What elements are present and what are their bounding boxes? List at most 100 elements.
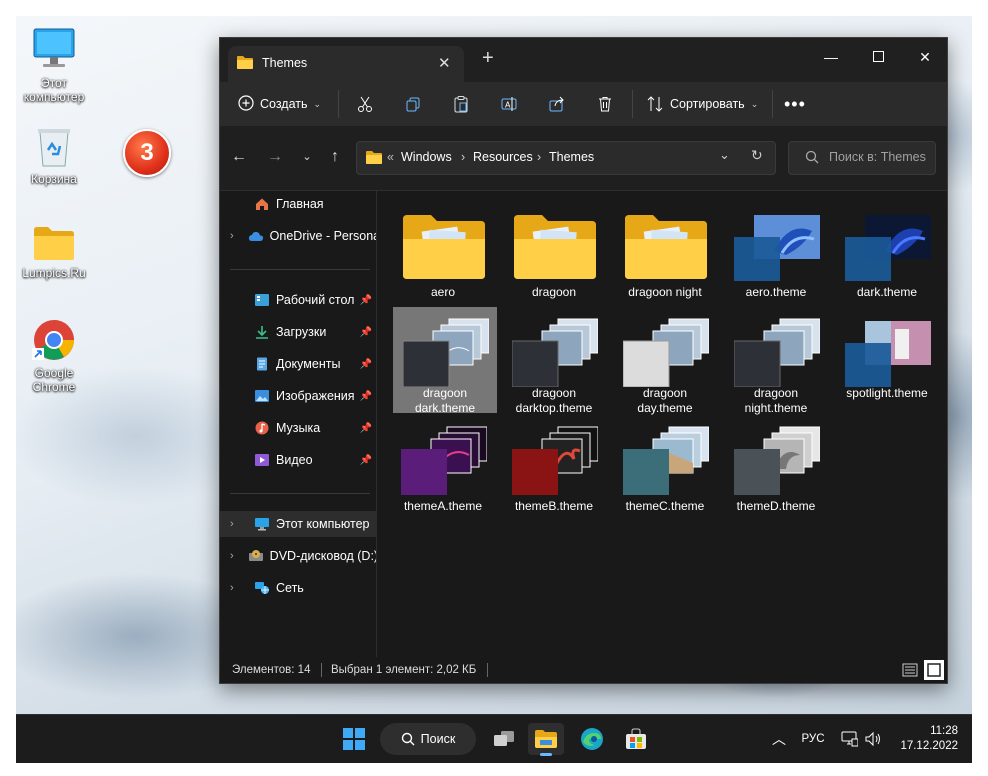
copy-button[interactable] xyxy=(404,90,422,118)
pin-icon[interactable]: 📌 xyxy=(360,391,372,402)
copy-icon xyxy=(406,97,420,112)
close-window-button[interactable]: ✕ xyxy=(910,44,940,70)
close-tab-icon[interactable]: ✕ xyxy=(438,54,451,72)
more-options-button[interactable]: ••• xyxy=(784,90,806,118)
recent-chevron-icon[interactable]: ⌄ xyxy=(296,146,318,168)
command-bar: Создать ⌄ A Сортировать ⌄ ••• xyxy=(220,82,947,126)
document-icon xyxy=(257,357,267,371)
search-button[interactable]: Поиск xyxy=(380,723,476,755)
language-indicator[interactable]: РУС xyxy=(798,723,828,755)
theme-item-aero[interactable]: aero.theme xyxy=(724,201,828,307)
breadcrumb-themes[interactable]: Themes xyxy=(549,150,594,164)
store-taskbar-button[interactable] xyxy=(618,723,654,755)
theme-item-spotlight[interactable]: spotlight.theme xyxy=(835,307,939,413)
tab-themes[interactable]: Themes ✕ xyxy=(228,46,464,82)
breadcrumb-windows[interactable]: Windows xyxy=(401,150,452,164)
sidebar-item-onedrive[interactable]: › OneDrive - Personal xyxy=(220,223,376,249)
pin-icon[interactable]: 📌 xyxy=(360,359,372,370)
theme-item-dragoon-day[interactable]: dragoon day.theme xyxy=(613,307,717,415)
edge-taskbar-button[interactable] xyxy=(574,723,610,755)
folder-item-dragoon-night[interactable]: dragoon night xyxy=(613,201,717,307)
breadcrumb-overflow[interactable]: « xyxy=(387,150,394,164)
sidebar-item-dvd-drive[interactable]: › DVD-дисковод (D:) xyxy=(220,543,376,569)
address-bar[interactable]: « Windows › Resources › Themes ⌄ ↻ xyxy=(356,141,776,175)
create-button[interactable]: Создать ⌄ xyxy=(238,90,321,118)
file-name: dragoon night.theme xyxy=(744,386,808,415)
theme-stack-icon xyxy=(512,318,598,387)
show-hidden-icons-button[interactable]: ︿ xyxy=(768,723,790,755)
svg-text:A: A xyxy=(505,101,511,110)
theme-item-themeD[interactable]: themeD.theme xyxy=(724,415,828,521)
task-view-button[interactable] xyxy=(488,723,520,755)
pin-icon[interactable]: 📌 xyxy=(360,423,372,434)
pin-icon[interactable]: 📌 xyxy=(360,455,372,466)
up-arrow-icon[interactable]: ↑ xyxy=(324,146,346,168)
folder-item-aero[interactable]: aero xyxy=(391,201,495,307)
dvd-drive-icon xyxy=(248,550,263,561)
theme-item-dragoon-night[interactable]: dragoon night.theme xyxy=(724,307,828,415)
file-explorer-taskbar-button[interactable] xyxy=(528,723,564,756)
chevron-down-icon: ⌄ xyxy=(750,98,759,109)
divider xyxy=(230,493,370,494)
theme-item-dark[interactable]: dark.theme xyxy=(835,201,939,307)
back-arrow-icon[interactable]: ← xyxy=(228,146,250,168)
cut-button[interactable] xyxy=(356,90,374,118)
chevron-right-icon[interactable]: › xyxy=(230,550,234,562)
sidebar-item-label: Изображения xyxy=(276,389,355,403)
search-icon xyxy=(805,150,819,167)
desktop-icon-this-pc[interactable]: Этот компьютер xyxy=(16,26,94,104)
chevron-right-icon[interactable]: › xyxy=(230,518,240,530)
theme-item-dragoon-darktop[interactable]: dragoon darktop.theme xyxy=(502,307,606,415)
search-placeholder: Поиск в: Themes xyxy=(829,150,926,164)
delete-button[interactable] xyxy=(596,90,614,118)
start-button[interactable] xyxy=(336,723,372,755)
new-tab-button[interactable]: + xyxy=(482,48,494,68)
sidebar-item-pictures[interactable]: Изображения 📌 xyxy=(220,383,376,409)
sidebar-item-music[interactable]: Музыка 📌 xyxy=(220,415,376,441)
folder-icon xyxy=(236,55,254,73)
volume-button[interactable] xyxy=(862,723,884,755)
share-button[interactable] xyxy=(548,90,566,118)
sidebar-item-videos[interactable]: Видео 📌 xyxy=(220,447,376,473)
desktop-icon-recycle-bin[interactable]: Корзина xyxy=(16,124,94,186)
chevron-down-icon[interactable]: ⌄ xyxy=(719,147,730,163)
large-icons-view-icon[interactable] xyxy=(924,660,944,680)
clock[interactable]: 11:28 17.12.2022 xyxy=(892,723,958,755)
rename-button[interactable]: A xyxy=(500,90,518,118)
pin-icon[interactable]: 📌 xyxy=(360,295,372,306)
cloud-icon xyxy=(248,231,263,241)
chevron-right-icon[interactable]: › xyxy=(230,230,234,242)
maximize-button[interactable] xyxy=(863,44,893,70)
desktop-icon-lumpics[interactable]: Lumpics.Ru xyxy=(16,224,94,280)
search-box[interactable]: Поиск в: Themes xyxy=(788,141,936,175)
sidebar-item-label: Видео xyxy=(276,453,313,467)
sort-button[interactable]: Сортировать ⌄ xyxy=(646,90,758,118)
details-view-icon[interactable] xyxy=(902,662,918,678)
forward-arrow-icon[interactable]: → xyxy=(264,146,286,168)
breadcrumb-resources[interactable]: Resources xyxy=(473,150,533,164)
status-divider xyxy=(487,663,488,677)
theme-item-themeA[interactable]: themeA.theme xyxy=(391,415,495,521)
paste-button[interactable] xyxy=(452,90,470,118)
sidebar-item-desktop[interactable]: Рабочий стол 📌 xyxy=(220,287,376,313)
minimize-button[interactable]: — xyxy=(816,44,846,70)
theme-item-themeC[interactable]: themeC.theme xyxy=(613,415,717,521)
folder-item-dragoon[interactable]: dragoon xyxy=(502,201,606,307)
folder-icon xyxy=(625,215,707,279)
refresh-icon[interactable]: ↻ xyxy=(751,147,763,164)
sidebar-item-documents[interactable]: Документы 📌 xyxy=(220,351,376,377)
theme-item-dragoon-dark[interactable]: dragoon dark.theme xyxy=(393,307,497,415)
sidebar-item-label: Загрузки xyxy=(276,325,327,339)
network-status-button[interactable] xyxy=(838,723,860,755)
theme-item-themeB[interactable]: themeB.theme xyxy=(502,415,606,521)
sidebar-item-this-pc[interactable]: › Этот компьютер xyxy=(220,511,376,537)
sidebar-item-home[interactable]: Главная xyxy=(220,191,376,217)
sidebar-item-label: DVD-дисковод (D:) xyxy=(269,549,376,563)
sidebar-item-network[interactable]: › Сеть xyxy=(220,575,376,601)
chevron-right-icon[interactable]: › xyxy=(230,582,240,594)
clock-time: 11:28 xyxy=(930,725,958,737)
desktop-icon-chrome[interactable]: Google Chrome xyxy=(16,318,94,394)
network-icon xyxy=(841,731,858,747)
pin-icon[interactable]: 📌 xyxy=(360,327,372,338)
sidebar-item-downloads[interactable]: Загрузки 📌 xyxy=(220,319,376,345)
